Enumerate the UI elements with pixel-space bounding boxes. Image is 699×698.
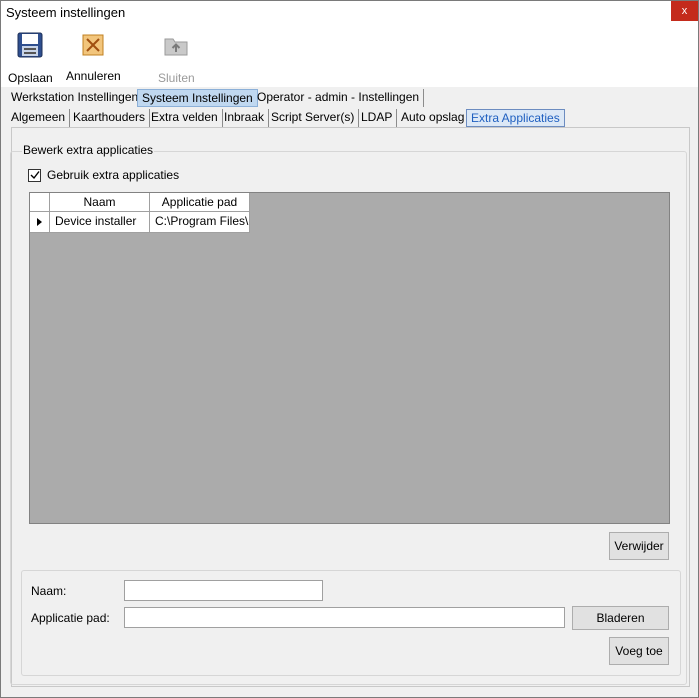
title-bar: Systeem instellingen x: [1, 1, 698, 25]
close-window-button[interactable]: x: [671, 1, 698, 21]
column-header-naam[interactable]: Naam: [50, 193, 150, 212]
main-tab-strip: Werkstation Instellingen Systeem Instell…: [1, 89, 698, 107]
close-tool-button[interactable]: Sluiten: [158, 30, 195, 85]
path-label: Applicatie pad:: [31, 611, 110, 625]
sub-tab-strip: Algemeen Kaarthouders Extra velden Inbra…: [1, 109, 698, 127]
save-tool-button[interactable]: Opslaan: [8, 30, 53, 85]
tab-algemeen[interactable]: Algemeen: [7, 109, 71, 127]
tab-auto-opslag[interactable]: Auto opslag: [397, 109, 470, 127]
cell-naam[interactable]: Device installer: [50, 212, 150, 233]
add-button[interactable]: Voeg toe: [609, 637, 669, 665]
row-header[interactable]: [30, 212, 50, 233]
name-label: Naam:: [31, 584, 67, 598]
path-input[interactable]: [124, 607, 565, 628]
tab-kaarthouders[interactable]: Kaarthouders: [69, 109, 151, 127]
column-header-applicatie-pad[interactable]: Applicatie pad: [150, 193, 250, 212]
use-extra-apps-label: Gebruik extra applicaties: [47, 168, 180, 182]
table-row[interactable]: Device installer C:\Program Files\: [30, 212, 250, 233]
cancel-label: Annuleren: [66, 69, 121, 83]
browse-button[interactable]: Bladeren: [572, 606, 669, 630]
cell-applicatie-pad[interactable]: C:\Program Files\: [150, 212, 250, 233]
name-input[interactable]: [124, 580, 323, 601]
tab-operator-admin[interactable]: Operator - admin - Instellingen: [253, 89, 425, 107]
tab-ldap[interactable]: LDAP: [357, 109, 398, 127]
grid-header: Naam Applicatie pad: [30, 193, 250, 212]
window-title: Systeem instellingen: [6, 5, 126, 20]
checkmark-icon: [30, 171, 40, 180]
remove-button[interactable]: Verwijder: [609, 532, 669, 560]
current-row-arrow-icon: [37, 218, 42, 226]
tab-inbraak[interactable]: Inbraak: [220, 109, 270, 127]
cancel-tool-button[interactable]: Annuleren: [66, 30, 121, 83]
applications-grid[interactable]: Naam Applicatie pad Device installer C:\…: [29, 192, 670, 524]
tab-script-servers[interactable]: Script Server(s): [267, 109, 360, 127]
tab-werkstation[interactable]: Werkstation Instellingen: [7, 89, 144, 107]
tab-extra-velden[interactable]: Extra velden: [147, 109, 223, 127]
close-label: Sluiten: [158, 71, 195, 85]
settings-window: Systeem instellingen x Opslaan Annuleren…: [0, 0, 699, 698]
grid-corner: [30, 193, 50, 212]
toolbar: Opslaan Annuleren Sluiten: [1, 25, 698, 87]
floppy-disk-icon: [16, 30, 44, 60]
tab-systeem[interactable]: Systeem Instellingen: [137, 89, 258, 107]
tab-extra-applicaties[interactable]: Extra Applicaties: [466, 109, 565, 127]
use-extra-apps-checkbox-row[interactable]: Gebruik extra applicaties: [28, 168, 179, 182]
cancel-x-icon: [79, 30, 107, 60]
group-title: Bewerk extra applicaties: [22, 143, 155, 157]
save-label: Opslaan: [8, 71, 53, 85]
folder-up-icon: [162, 30, 190, 60]
use-extra-apps-checkbox[interactable]: [28, 168, 41, 182]
